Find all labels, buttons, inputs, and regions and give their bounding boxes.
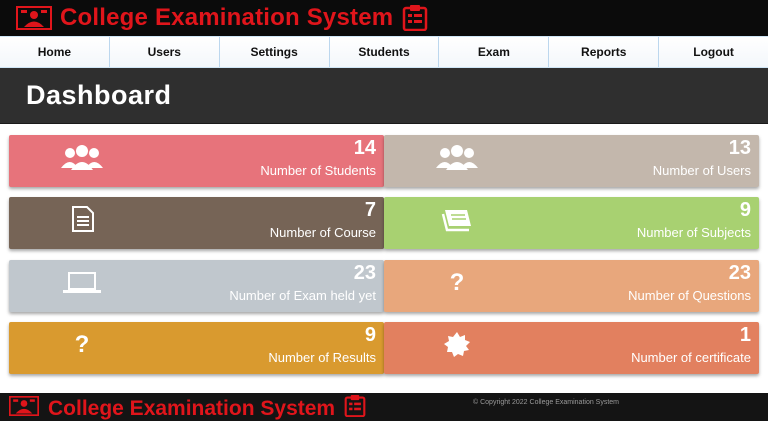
nav-logout[interactable]: Logout	[659, 37, 768, 67]
page-header: Dashboard	[0, 68, 768, 124]
footer: College Examination System © Copyright 2…	[0, 393, 768, 421]
document-icon	[59, 205, 105, 233]
exams-label: Number of Exam held yet	[229, 288, 376, 303]
logo-icon	[16, 6, 52, 30]
card-users[interactable]: 13 Number of Users	[384, 135, 759, 187]
app-title: College Examination System	[60, 4, 394, 31]
students-label: Number of Students	[260, 163, 376, 178]
brand[interactable]: College Examination System	[16, 4, 429, 32]
subjects-label: Number of Subjects	[636, 225, 751, 240]
card-exams[interactable]: 23 Number of Exam held yet	[9, 260, 384, 312]
question-icon: ?	[59, 330, 105, 358]
laptop-icon	[59, 268, 105, 296]
clipboard-icon	[343, 395, 367, 422]
footer-brand: College Examination System	[8, 395, 367, 422]
card-results[interactable]: ? 9 Number of Results	[9, 322, 384, 374]
nav-home[interactable]: Home	[0, 37, 110, 67]
card-certificate[interactable]: 1 Number of certificate	[384, 322, 759, 374]
main-nav: Home Users Settings Students Exam Report…	[0, 36, 768, 68]
results-count: 9	[364, 324, 376, 346]
clipboard-icon	[401, 5, 429, 31]
dashboard-content: 14 Number of Students 13 Number of Users	[0, 124, 768, 393]
card-course[interactable]: 7 Number of Course	[9, 197, 384, 249]
questions-label: Number of Questions	[628, 288, 751, 303]
users-count: 13	[728, 137, 751, 159]
card-students[interactable]: 14 Number of Students	[9, 135, 384, 187]
top-bar: College Examination System	[0, 0, 768, 36]
nav-students[interactable]: Students	[329, 37, 440, 67]
card-questions[interactable]: ? 23 Number of Questions	[384, 260, 759, 312]
nav-exam[interactable]: Exam	[439, 37, 550, 67]
nav-settings[interactable]: Settings	[219, 37, 330, 67]
badge-icon	[434, 330, 480, 358]
users-label: Number of Users	[652, 163, 751, 178]
svg-text:?: ?	[450, 269, 465, 295]
footer-title: College Examination System	[48, 396, 336, 420]
exams-count: 23	[353, 262, 376, 284]
page-title: Dashboard	[26, 80, 172, 110]
card-subjects[interactable]: 9 Number of Subjects	[384, 197, 759, 249]
certificate-count: 1	[739, 324, 751, 346]
svg-text:?: ?	[75, 331, 90, 357]
nav-reports[interactable]: Reports	[549, 37, 660, 67]
subjects-count: 9	[739, 199, 751, 221]
results-label: Number of Results	[268, 350, 376, 365]
course-count: 7	[364, 199, 376, 221]
certificate-label: Number of certificate	[631, 350, 751, 365]
copyright-text: © Copyright 2022 College Examination Sys…	[473, 399, 620, 406]
course-label: Number of Course	[269, 225, 376, 240]
questions-count: 23	[728, 262, 751, 284]
book-icon	[434, 205, 480, 233]
nav-users[interactable]: Users	[109, 37, 220, 67]
students-count: 14	[353, 137, 376, 159]
users-icon	[59, 143, 105, 171]
question-icon: ?	[434, 268, 480, 296]
logo-icon	[8, 396, 40, 421]
users-icon	[434, 143, 480, 171]
